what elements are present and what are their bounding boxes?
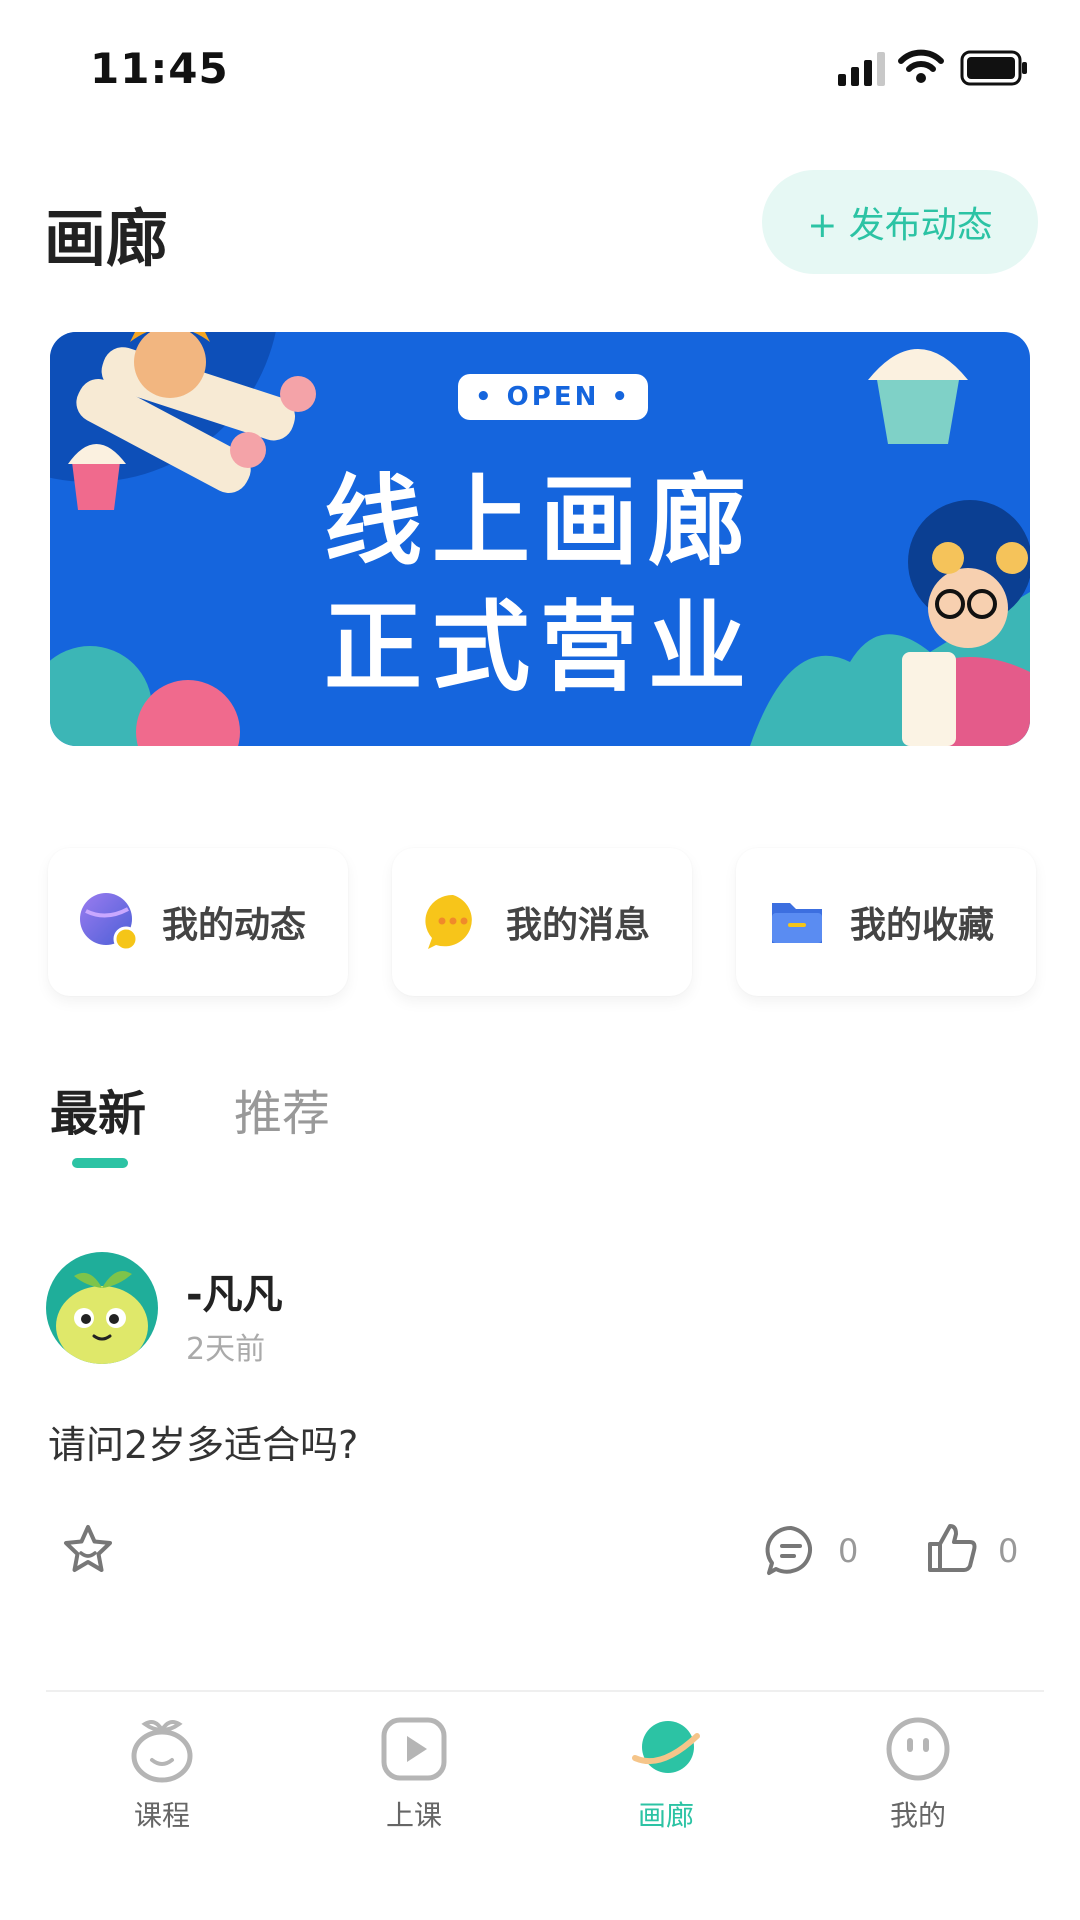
nav-label-mine: 我的 — [889, 1799, 946, 1832]
nav-item-mine[interactable]: 我的 — [818, 1710, 1018, 1840]
folder-icon — [772, 903, 822, 943]
wifi-icon — [898, 49, 944, 83]
nav-label-courses: 课程 — [133, 1799, 190, 1832]
nav-item-class[interactable]: 上课 — [314, 1710, 514, 1840]
page-title: 画廊 — [44, 202, 169, 275]
bottom-nav-divider — [46, 1690, 1044, 1692]
shortcut-row: 我的动态 我的消息 我的收藏 — [48, 848, 1048, 996]
status-time: 11:45 — [90, 44, 229, 93]
play-icon — [381, 1717, 447, 1781]
promo-banner[interactable]: • OPEN • 线上画廊 正式营业 — [50, 332, 1030, 746]
publish-post-button[interactable]: + 发布动态 — [762, 170, 1038, 274]
tab-latest[interactable]: 最新 — [50, 1074, 146, 1144]
face-icon — [886, 1717, 950, 1781]
banner-headline-line2: 正式营业 — [323, 591, 756, 705]
status-bar: 11:45 — [0, 0, 1080, 130]
banner-open-badge: • OPEN • — [458, 374, 648, 420]
my-posts-label: 我的动态 — [162, 905, 307, 946]
post-author-name[interactable]: -凡凡 — [186, 1262, 283, 1320]
post-content[interactable]: 请问2岁多适合吗? — [48, 1414, 358, 1469]
battery-icon — [960, 50, 1027, 86]
planet-icon — [632, 1721, 700, 1773]
nav-item-courses[interactable]: 课程 — [62, 1710, 262, 1840]
like-count: 0 — [998, 1532, 1019, 1570]
my-messages-card[interactable]: 我的消息 — [392, 848, 692, 996]
my-favorites-card[interactable]: 我的收藏 — [736, 848, 1036, 996]
signal-icon — [838, 52, 885, 86]
my-posts-card[interactable]: 我的动态 — [48, 848, 348, 996]
banner-headline-line1: 线上画廊 — [323, 465, 756, 579]
sprout-face-icon — [131, 1720, 193, 1783]
chat-bubble-icon — [425, 894, 472, 949]
comment-count: 0 — [838, 1532, 859, 1570]
comment-icon[interactable] — [764, 1524, 818, 1578]
nav-label-class: 上课 — [385, 1799, 442, 1832]
my-favorites-label: 我的收藏 — [850, 905, 995, 946]
thumbs-up-icon[interactable] — [924, 1520, 980, 1576]
nav-label-gallery: 画廊 — [637, 1799, 694, 1832]
star-icon[interactable] — [60, 1522, 116, 1578]
planet-icon — [80, 893, 139, 952]
my-messages-label: 我的消息 — [506, 905, 651, 946]
tab-recommend[interactable]: 推荐 — [234, 1074, 330, 1144]
nav-item-gallery[interactable]: 画廊 — [566, 1710, 766, 1840]
avatar[interactable] — [46, 1252, 158, 1364]
post-timestamp: 2天前 — [186, 1332, 266, 1367]
active-tab-indicator — [72, 1158, 128, 1168]
sprout-avatar-icon — [46, 1252, 158, 1364]
